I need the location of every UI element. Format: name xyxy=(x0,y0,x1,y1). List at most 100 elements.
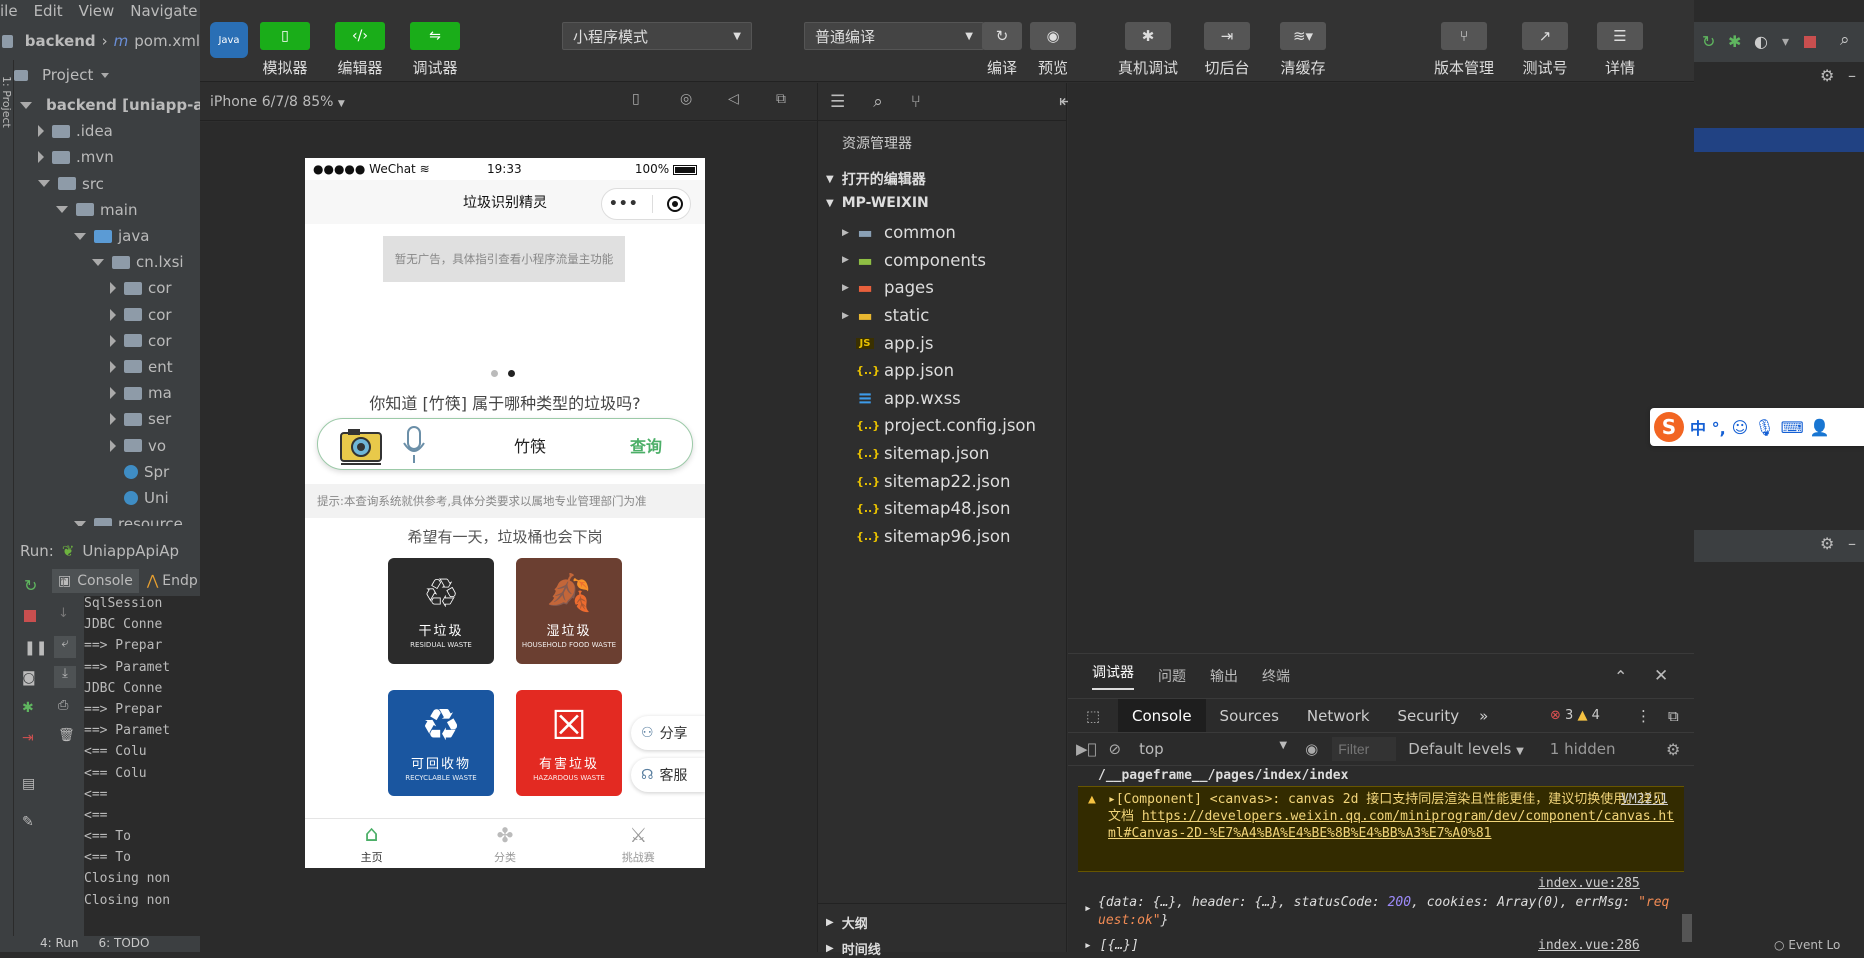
tab-problems[interactable]: 问题 xyxy=(1158,666,1186,686)
device-select[interactable]: iPhone 6/7/8 85% ▼ xyxy=(210,94,345,110)
tab-challenge[interactable]: ⚔ 挑战赛 xyxy=(572,819,705,868)
bin-residual[interactable]: ♲ 干垃圾 RESIDUAL WASTE xyxy=(388,558,494,664)
project-section[interactable]: ▼ MP-WEIXIN xyxy=(826,195,929,211)
console-warning[interactable]: ▲ ▸[Component] <canvas>: canvas 2d 接口支持同… xyxy=(1078,786,1684,872)
dock-icon[interactable]: ⧉ xyxy=(1668,707,1679,725)
details-button[interactable]: ☰ 详情 xyxy=(1597,22,1643,78)
eye-icon[interactable]: ◉ xyxy=(1305,740,1318,758)
scroll-up-icon[interactable]: ↑ xyxy=(58,576,69,591)
file-item[interactable]: ≡ app.wxss xyxy=(842,385,1066,413)
editor-button[interactable]: ‹/› 编辑器 xyxy=(335,22,385,78)
preview-button[interactable]: ◉ 预览 xyxy=(1030,22,1076,78)
pin-icon[interactable]: ✎ xyxy=(22,814,34,830)
project-tree-item[interactable]: src xyxy=(14,171,200,197)
context-select[interactable]: top ▼ xyxy=(1139,740,1287,758)
pause-icon[interactable]: ❚❚ xyxy=(24,640,47,656)
project-tree-item[interactable]: cor xyxy=(14,328,200,354)
tab-output[interactable]: 输出 xyxy=(1210,666,1238,686)
print-icon[interactable]: ⎙ xyxy=(58,698,68,713)
clear-icon[interactable]: ⊘ xyxy=(1109,740,1122,758)
warning-link[interactable]: https://developers.weixin.qq.com/minipro… xyxy=(1108,809,1674,841)
coverage-icon[interactable]: ◐ xyxy=(1754,32,1768,51)
phone-icon[interactable]: ▯ xyxy=(632,91,640,107)
sogou-logo-icon[interactable]: S xyxy=(1654,412,1684,442)
project-label[interactable]: Project xyxy=(42,66,93,84)
compile-button[interactable]: ↻ 编译 xyxy=(982,22,1022,78)
file-item[interactable]: JS app.js xyxy=(842,329,1066,357)
file-item[interactable]: ▶ ▬ pages xyxy=(842,274,1066,302)
chevron-right-icon[interactable] xyxy=(110,387,116,400)
mode-select[interactable]: 小程序模式 ▼ xyxy=(562,22,752,50)
open-editors-section[interactable]: ▼ 打开的编辑器 xyxy=(826,169,926,189)
project-tree-item[interactable]: main xyxy=(14,197,200,223)
test-account-button[interactable]: ↗ 测试号 xyxy=(1522,22,1568,78)
file-item[interactable]: {..} project.config.json xyxy=(842,412,1066,440)
minimize-icon[interactable]: – xyxy=(1848,534,1856,553)
real-debug-button[interactable]: ✱ 真机调试 xyxy=(1118,22,1178,78)
gear-icon[interactable]: ⚙ xyxy=(1666,740,1680,759)
file-item[interactable]: {..} sitemap48.json xyxy=(842,495,1066,523)
window-icon[interactable]: ⧉ xyxy=(776,91,786,107)
file-item[interactable]: {..} sitemap22.json xyxy=(842,467,1066,495)
project-tree-item[interactable]: vo xyxy=(14,432,200,458)
bottom-tab-todo[interactable]: 6: TODO xyxy=(99,936,150,952)
user-icon[interactable]: 👤 xyxy=(1810,418,1830,437)
volume-icon[interactable]: ◁ xyxy=(728,91,739,107)
project-tree-item[interactable]: java xyxy=(14,223,200,249)
menu-file[interactable]: ile xyxy=(0,2,18,20)
file-item[interactable]: {..} sitemap96.json xyxy=(842,523,1066,551)
bin-hazardous[interactable]: ☒ 有害垃圾 HAZARDOUS WASTE xyxy=(516,690,622,796)
chevron-right-icon[interactable] xyxy=(110,282,116,295)
project-tree-item[interactable]: resource xyxy=(14,511,200,526)
clear-cache-button[interactable]: ≋▾ 清缓存 xyxy=(1280,22,1326,78)
file-item[interactable]: ▶ ▬ static xyxy=(842,302,1066,330)
endpoints-tab[interactable]: ⋀ Endp xyxy=(147,573,198,589)
ad-banner[interactable]: 暂无广告，具体指引查看小程序流量主功能 xyxy=(383,236,625,282)
more-panels-icon[interactable]: » xyxy=(1473,707,1494,725)
breadcrumb-backend[interactable]: backend xyxy=(25,32,96,50)
scroll-end-icon[interactable]: ⤓ xyxy=(54,666,76,688)
ime-mode[interactable]: 中 °, xyxy=(1690,415,1726,439)
chevron-down-icon[interactable] xyxy=(74,232,86,240)
levels-select[interactable]: Default levels ▼ xyxy=(1408,740,1524,758)
tab-category[interactable]: ✤ 分类 xyxy=(438,819,571,868)
close-circle-icon[interactable] xyxy=(667,196,684,212)
scroll-down-icon[interactable]: ↓ xyxy=(58,606,69,621)
filter-input[interactable] xyxy=(1332,737,1397,761)
scrollbar[interactable] xyxy=(1682,914,1692,942)
tab-debugger[interactable]: 调试器 xyxy=(1092,662,1134,690)
chevron-right-icon[interactable] xyxy=(110,413,116,426)
chevron-down-icon[interactable] xyxy=(56,206,68,214)
chevron-down-icon[interactable] xyxy=(20,101,32,109)
search-button[interactable]: 查询 xyxy=(630,433,662,457)
bin-recyclable[interactable]: ♻ 可回收物 RECYCLABLE WASTE xyxy=(388,690,494,796)
panel-console[interactable]: Console xyxy=(1118,698,1206,733)
chevron-down-icon[interactable] xyxy=(101,72,110,78)
more-icon[interactable]: ••• xyxy=(609,196,639,212)
compile-select[interactable]: 普通编译 ▼ xyxy=(804,22,984,50)
panel-network[interactable]: Network xyxy=(1293,707,1384,725)
tab-home[interactable]: ⌂ 主页 xyxy=(305,819,438,868)
panel-security[interactable]: Security xyxy=(1384,707,1474,725)
service-button[interactable]: ☊ 客服 xyxy=(631,758,705,792)
keyboard-icon[interactable]: ⌨ xyxy=(1781,418,1804,437)
emoji-icon[interactable]: ☺ xyxy=(1732,418,1749,437)
microphone-icon[interactable] xyxy=(402,425,426,465)
project-tree-item[interactable]: cor xyxy=(14,302,200,328)
project-tree-item[interactable]: ma xyxy=(14,380,200,406)
share-button[interactable]: ⚇ 分享 xyxy=(631,716,705,750)
chevron-right-icon[interactable] xyxy=(110,334,116,347)
chevron-down-icon[interactable] xyxy=(38,180,50,188)
inspect-icon[interactable]: ⬚ xyxy=(1068,707,1118,725)
tab-terminal[interactable]: 终端 xyxy=(1262,666,1290,686)
layout-icon[interactable]: ▤ xyxy=(22,776,35,792)
error-count[interactable]: ⊗ 3 ▲ 4 xyxy=(1550,708,1600,723)
search-icon[interactable]: ⌕ xyxy=(873,92,883,112)
minimize-icon[interactable]: – xyxy=(1848,66,1856,85)
camera-icon[interactable]: ◙ xyxy=(22,670,36,686)
project-side-tab[interactable]: 1: Project xyxy=(0,76,13,128)
wrap-icon[interactable]: ⤶ xyxy=(54,636,76,658)
stop-icon[interactable] xyxy=(1804,36,1816,48)
event-log[interactable]: ○ Event Lo xyxy=(1774,938,1840,952)
project-tree-item[interactable]: backend [uniapp-a xyxy=(14,92,200,118)
